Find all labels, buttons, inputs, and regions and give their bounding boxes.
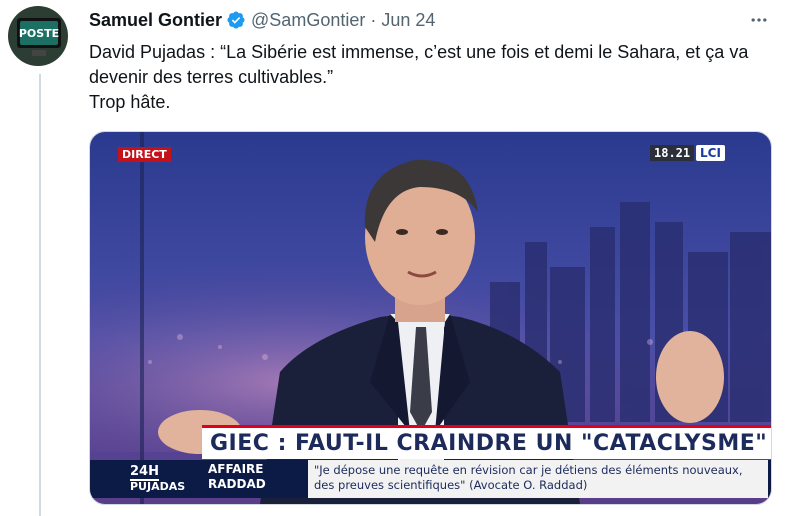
thread-line bbox=[39, 74, 41, 516]
more-options-button[interactable] bbox=[747, 8, 771, 32]
live-tag: DIRECT bbox=[118, 147, 171, 162]
author-handle[interactable]: @SamGontier bbox=[251, 10, 365, 31]
avatar-tv-graphic: POSTE bbox=[17, 18, 61, 48]
avatar[interactable]: POSTE bbox=[8, 6, 68, 66]
show-tag: 24H PUJADAS bbox=[90, 460, 202, 498]
tweet-date[interactable]: Jun 24 bbox=[381, 10, 435, 31]
avatar-text: POSTE bbox=[18, 26, 60, 40]
tweet-media[interactable]: DIRECT 18.21 LCI GIEC : FAUT-IL CRAINDRE… bbox=[89, 131, 772, 505]
tweet-text-line-1: David Pujadas : “La Sibérie est immense,… bbox=[89, 42, 749, 87]
broadcast-clock: 18.21 bbox=[650, 145, 695, 161]
separator-dot: · bbox=[370, 9, 377, 30]
more-options-icon bbox=[751, 18, 767, 22]
author-name[interactable]: Samuel Gontier bbox=[89, 10, 222, 31]
show-tag-line-2: PUJADAS bbox=[130, 480, 186, 493]
tweet-text-line-2: Trop hâte. bbox=[89, 92, 171, 112]
news-quote: "Je dépose une requête en révision car j… bbox=[308, 460, 768, 498]
show-tag-line-1: 24H bbox=[130, 464, 159, 481]
news-topic: AFFAIRE RADDAD bbox=[208, 462, 266, 491]
verified-badge-icon bbox=[227, 11, 245, 29]
headline-text: GIEC : FAUT-IL CRAINDRE UN "CATACLYSME" … bbox=[210, 431, 772, 456]
tweet-text: David Pujadas : “La Sibérie est immense,… bbox=[89, 40, 769, 115]
headline-banner: GIEC : FAUT-IL CRAINDRE UN "CATACLYSME" … bbox=[202, 425, 772, 459]
channel-logo: LCI bbox=[696, 145, 725, 161]
tweet-header: Samuel Gontier @SamGontier · Jun 24 bbox=[89, 9, 435, 31]
lower-third: 24H PUJADAS AFFAIRE RADDAD "Je dépose un… bbox=[90, 460, 771, 498]
